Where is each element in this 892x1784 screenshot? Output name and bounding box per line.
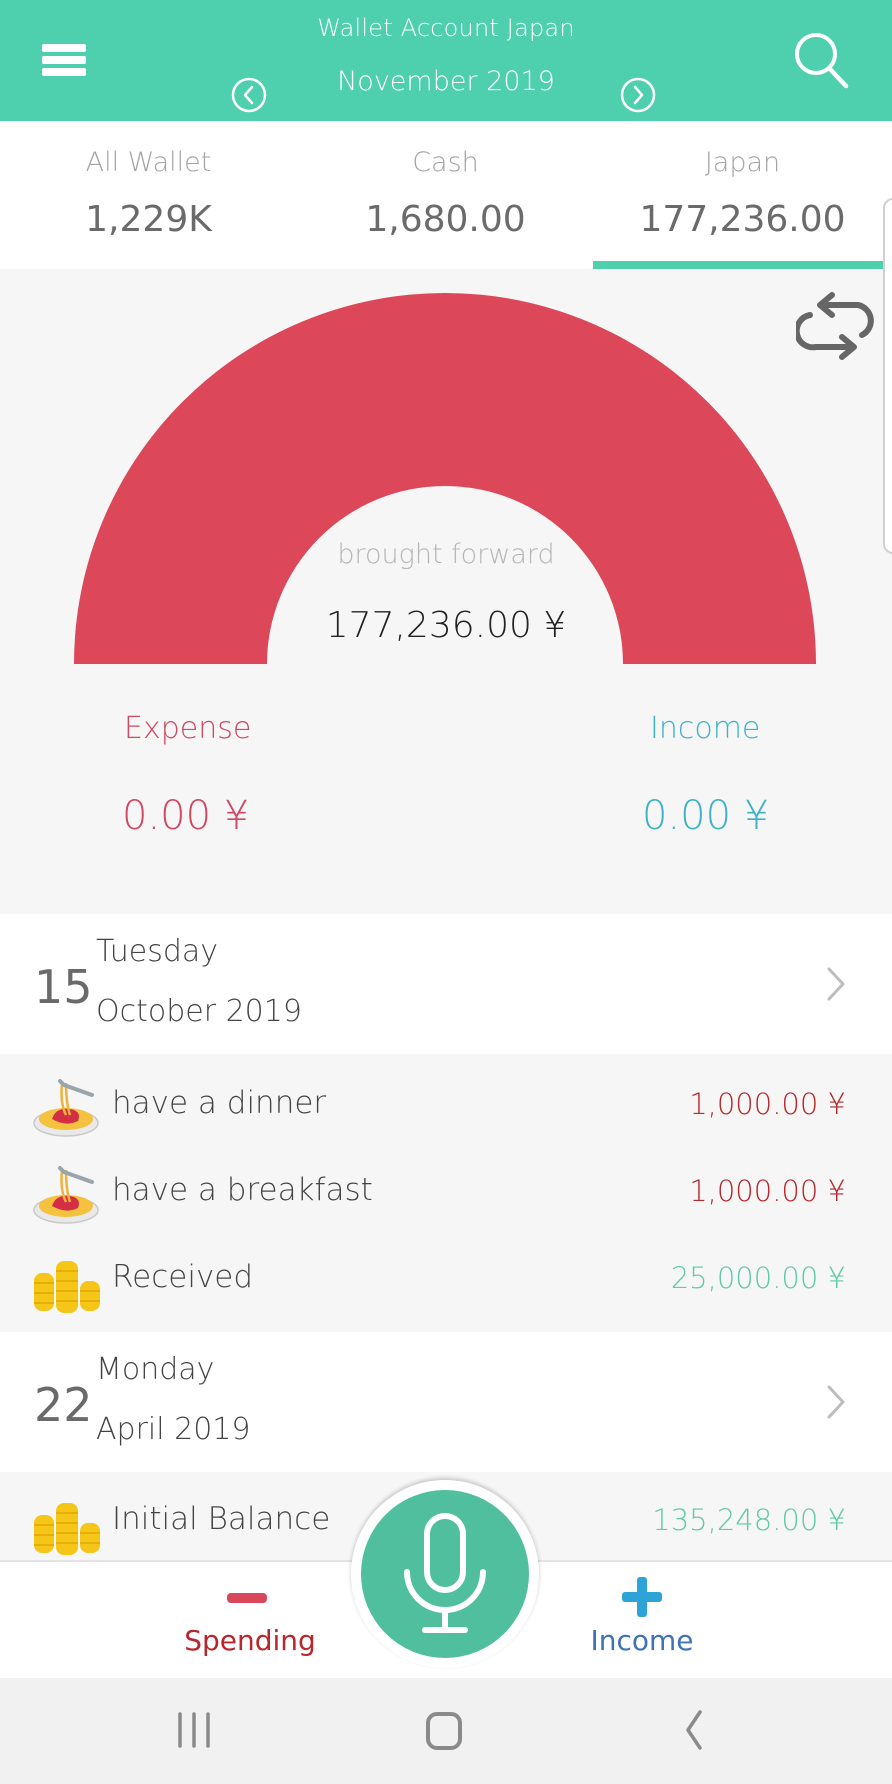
- add-income-button[interactable]: Income: [552, 1562, 732, 1680]
- coins-icon: [34, 1261, 100, 1313]
- transaction-name: Initial Balance: [112, 1501, 331, 1537]
- home-icon: [426, 1712, 462, 1750]
- expense-total: 0.00 ¥: [122, 793, 250, 839]
- chevron-right-icon: [827, 1385, 845, 1419]
- search-button[interactable]: [792, 30, 850, 90]
- tab-label: Japan: [704, 147, 781, 178]
- transaction-name: have a dinner: [112, 1085, 327, 1121]
- transaction-amount: 25,000.00 ¥: [670, 1261, 846, 1295]
- transaction-row[interactable]: have a dinner 1,000.00 ¥: [0, 1063, 892, 1150]
- date-day: 15: [34, 960, 93, 1014]
- coins-icon: [34, 1503, 100, 1555]
- search-icon: [795, 33, 849, 89]
- plus-icon-vertical: [637, 1577, 647, 1617]
- transaction-row[interactable]: Received 25,000.00 ¥: [0, 1237, 892, 1324]
- expense-label: Expense: [124, 711, 252, 746]
- summary-panel: brought forward 177,236.00 ¥ Expense Inc…: [0, 269, 892, 914]
- transaction-name: Received: [112, 1259, 254, 1295]
- voice-input-circle: [361, 1490, 529, 1658]
- tab-cash[interactable]: Cash 1,680.00: [297, 121, 594, 269]
- date-group-header[interactable]: 15 Tuesday October 2019: [0, 914, 892, 1054]
- recent-apps-button[interactable]: [164, 1704, 224, 1760]
- voice-input-button[interactable]: [351, 1480, 539, 1668]
- current-month: November 2019: [337, 66, 555, 97]
- wallet-tabs: All Wallet 1,229K Cash 1,680.00 Japan 17…: [0, 121, 892, 269]
- chevron-right-circle-icon: [620, 77, 656, 113]
- refresh-icon: [793, 292, 874, 360]
- transaction-amount: 1,000.00 ¥: [689, 1087, 846, 1121]
- spaghetti-icon: [33, 1166, 99, 1224]
- transaction-amount: 1,000.00 ¥: [689, 1174, 846, 1208]
- brought-forward-value: 177,236.00 ¥: [325, 605, 567, 646]
- transaction-row[interactable]: have a breakfast 1,000.00 ¥: [0, 1150, 892, 1237]
- date-group-header[interactable]: 22 Monday April 2019: [0, 1332, 892, 1472]
- edge-panel-handle[interactable]: [883, 198, 892, 554]
- next-month-button[interactable]: [620, 77, 656, 113]
- income-label: Income: [650, 711, 761, 746]
- tab-label: Cash: [412, 147, 479, 178]
- transaction-name: have a breakfast: [112, 1172, 373, 1208]
- date-day: 22: [34, 1378, 93, 1432]
- microphone-icon: [404, 1513, 486, 1633]
- tab-label: All Wallet: [85, 147, 212, 178]
- brought-forward-label: brought forward: [337, 539, 555, 570]
- system-navigation-bar: [0, 1678, 892, 1784]
- income-total: 0.00 ¥: [642, 793, 770, 839]
- date-month-year: October 2019: [96, 994, 302, 1029]
- transaction-amount: 135,248.00 ¥: [652, 1503, 846, 1537]
- back-button[interactable]: [664, 1704, 724, 1760]
- spaghetti-icon: [33, 1079, 99, 1137]
- active-tab-indicator: [593, 261, 892, 269]
- date-month-year: April 2019: [96, 1412, 251, 1447]
- income-button-label: Income: [590, 1624, 694, 1657]
- tab-all-wallet[interactable]: All Wallet 1,229K: [0, 121, 297, 269]
- tab-balance: 1,229K: [85, 199, 212, 240]
- chevron-right-icon: [827, 967, 845, 1001]
- back-icon: [686, 1710, 702, 1750]
- refresh-button[interactable]: [793, 291, 876, 367]
- app-header: Wallet Account Japan November 2019: [0, 0, 892, 121]
- tab-balance: 177,236.00: [639, 199, 846, 240]
- tab-japan[interactable]: Japan 177,236.00: [594, 121, 891, 269]
- minus-icon: [227, 1593, 267, 1603]
- account-title: Wallet Account Japan: [317, 14, 575, 42]
- tab-balance: 1,680.00: [365, 199, 526, 240]
- date-weekday: Monday: [96, 1352, 215, 1387]
- home-button[interactable]: [414, 1704, 474, 1760]
- add-spending-button[interactable]: Spending: [160, 1562, 340, 1680]
- date-weekday: Tuesday: [96, 934, 219, 969]
- recent-apps-icon: [178, 1712, 210, 1748]
- spending-label: Spending: [184, 1624, 316, 1657]
